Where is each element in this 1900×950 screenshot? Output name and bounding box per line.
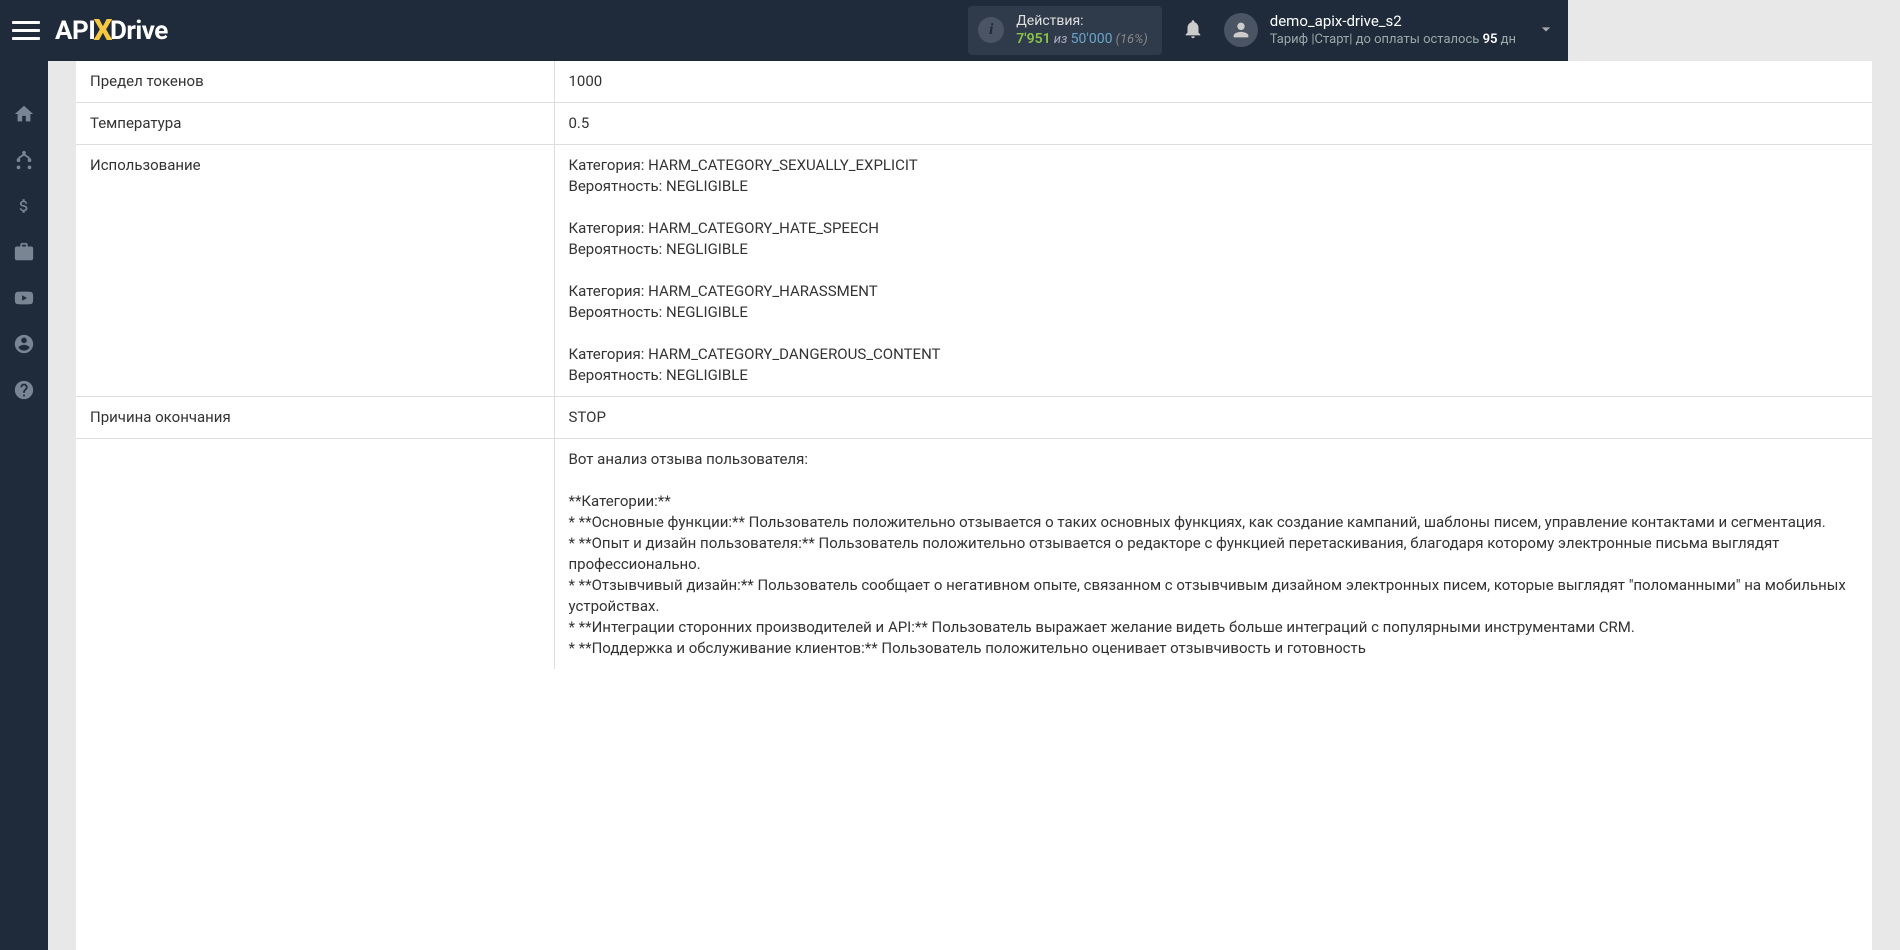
hamburger-menu-button[interactable]: [12, 17, 40, 45]
val-usage: Категория: HARM_CATEGORY_SEXUALLY_EXPLIC…: [554, 145, 1872, 397]
chevron-down-icon[interactable]: [1536, 19, 1556, 43]
logo-drive: Drive: [110, 16, 168, 46]
key-token-limit: Предел токенов: [76, 61, 554, 103]
user-name: demo_apix-drive_s2: [1270, 12, 1516, 32]
user-text: demo_apix-drive_s2 Тариф |Старт| до опла…: [1270, 12, 1516, 48]
actions-text: Действия: 7'951 из 50'000 (16%): [1016, 12, 1147, 49]
val-token-limit: 1000: [554, 61, 1872, 103]
sidebar-item-connections[interactable]: [0, 137, 48, 183]
row-finish-reason: Причина окончания STOP: [76, 397, 1872, 439]
row-token-limit: Предел токенов 1000: [76, 61, 1872, 103]
logo[interactable]: API X Drive: [55, 13, 168, 48]
sidebar-item-billing[interactable]: [0, 183, 48, 229]
bell-icon[interactable]: [1182, 18, 1204, 44]
details-table: Предел токенов 1000 Температура 0.5 Испо…: [76, 61, 1872, 669]
sidebar: [0, 61, 48, 950]
val-response: Вот анализ отзыва пользователя: **Катего…: [554, 439, 1872, 670]
key-temperature: Температура: [76, 103, 554, 145]
sidebar-item-home[interactable]: [0, 91, 48, 137]
key-response: [76, 439, 554, 670]
actions-pct: (16%): [1112, 32, 1147, 47]
sidebar-item-profile[interactable]: [0, 321, 48, 367]
key-finish-reason: Причина окончания: [76, 397, 554, 439]
details-panel: Предел токенов 1000 Температура 0.5 Испо…: [76, 61, 1872, 950]
actions-max: 50'000: [1071, 31, 1113, 47]
val-temperature: 0.5: [554, 103, 1872, 145]
row-usage: Использование Категория: HARM_CATEGORY_S…: [76, 145, 1872, 397]
actions-of: из: [1051, 32, 1071, 47]
logo-api: API: [55, 16, 95, 46]
sidebar-item-briefcase[interactable]: [0, 229, 48, 275]
user-tariff: Тариф |Старт| до оплаты осталось 95 дн: [1270, 32, 1516, 49]
row-response: Вот анализ отзыва пользователя: **Катего…: [76, 439, 1872, 670]
avatar-icon: [1224, 13, 1258, 47]
user-block[interactable]: demo_apix-drive_s2 Тариф |Старт| до опла…: [1224, 12, 1516, 48]
val-finish-reason: STOP: [554, 397, 1872, 439]
topbar: API X Drive i Действия: 7'951 из 50'000 …: [0, 0, 1568, 61]
row-temperature: Температура 0.5: [76, 103, 1872, 145]
actions-label: Действия:: [1016, 12, 1147, 30]
key-usage: Использование: [76, 145, 554, 397]
sidebar-item-youtube[interactable]: [0, 275, 48, 321]
sidebar-item-help[interactable]: [0, 367, 48, 413]
content-area: Предел токенов 1000 Температура 0.5 Испо…: [48, 61, 1900, 950]
info-icon: i: [978, 17, 1004, 43]
actions-badge[interactable]: i Действия: 7'951 из 50'000 (16%): [968, 6, 1161, 55]
actions-current: 7'951: [1016, 31, 1050, 47]
